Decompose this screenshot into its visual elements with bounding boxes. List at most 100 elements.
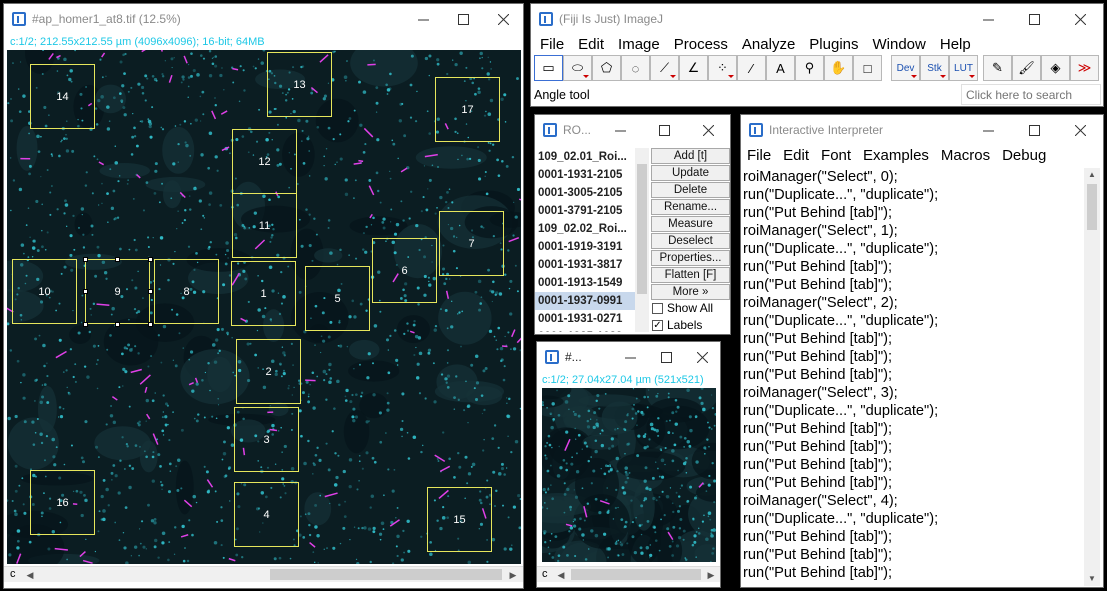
minimize-button[interactable] bbox=[598, 115, 642, 145]
scroll-left-arrow[interactable]: ◀ bbox=[22, 567, 38, 583]
brush-tool-icon[interactable]: 🖌 bbox=[1012, 55, 1041, 81]
roi-list-item[interactable]: 0001-1919-3191 bbox=[535, 238, 635, 256]
menu-image[interactable]: Image bbox=[611, 36, 667, 53]
roi-button-more[interactable]: More » bbox=[651, 284, 730, 300]
roi-resize-handle[interactable] bbox=[115, 322, 120, 327]
roi-resize-handle[interactable] bbox=[148, 289, 153, 294]
image-scrollbar[interactable]: c ◀ ▶ bbox=[4, 566, 523, 582]
more-tools-icon[interactable]: ≫ bbox=[1070, 55, 1099, 81]
rectangle-tool-icon[interactable]: ▭ bbox=[534, 55, 563, 81]
freehand-tool-icon[interactable]: ◌ bbox=[621, 55, 650, 81]
scroll-thumb[interactable] bbox=[270, 569, 502, 580]
scroll-up-arrow[interactable]: ▲ bbox=[1084, 168, 1100, 182]
scroll-down-arrow[interactable]: ▼ bbox=[1084, 572, 1100, 586]
duplicate-canvas[interactable] bbox=[542, 388, 716, 562]
labels-box[interactable]: ✓ bbox=[652, 319, 663, 331]
roi-list-item[interactable]: 0001-1913-1549 bbox=[535, 274, 635, 292]
interpreter-menu-font[interactable]: Font bbox=[815, 147, 857, 164]
stk-menu-icon[interactable]: Stk bbox=[920, 55, 949, 81]
polygon-tool-icon[interactable]: ⬠ bbox=[592, 55, 621, 81]
maximize-button[interactable] bbox=[642, 115, 686, 145]
roi-box[interactable]: 3 bbox=[234, 407, 299, 472]
scroll-right-arrow[interactable]: ▶ bbox=[703, 567, 719, 583]
roi-resize-handle[interactable] bbox=[83, 257, 88, 262]
minimize-button[interactable] bbox=[612, 342, 648, 372]
interpreter-scrollbar[interactable]: ▲ ▼ bbox=[1084, 168, 1100, 586]
minimize-button[interactable] bbox=[965, 4, 1011, 34]
labels-checkbox[interactable]: ✓ Labels bbox=[652, 318, 702, 332]
roi-list-item[interactable]: 0001-3791-2105 bbox=[535, 202, 635, 220]
pencil-tool-icon[interactable]: ✎ bbox=[983, 55, 1012, 81]
roi-list-item[interactable]: 0001-1925-1089 bbox=[535, 328, 635, 332]
oval-tool-icon[interactable]: ⬭ bbox=[563, 55, 592, 81]
roi-list-item[interactable]: 109_02.01_Roi... bbox=[535, 148, 635, 166]
roi-list-item[interactable]: 0001-1931-3817 bbox=[535, 256, 635, 274]
roi-button-flatten-f[interactable]: Flatten [F] bbox=[651, 267, 730, 283]
roi-list-item[interactable]: 0001-1931-2105 bbox=[535, 166, 635, 184]
close-button[interactable] bbox=[686, 115, 730, 145]
roi-button-deselect[interactable]: Deselect bbox=[651, 233, 730, 249]
roi-button-update[interactable]: Update bbox=[651, 165, 730, 181]
close-button[interactable] bbox=[483, 4, 523, 34]
roi-box[interactable]: 13 bbox=[267, 52, 332, 117]
roi-resize-handle[interactable] bbox=[148, 322, 153, 327]
roi-button-properties[interactable]: Properties... bbox=[651, 250, 730, 266]
roi-resize-handle[interactable] bbox=[115, 257, 120, 262]
menu-edit[interactable]: Edit bbox=[571, 36, 611, 53]
show-all-box[interactable] bbox=[652, 302, 663, 314]
text-tool-icon[interactable]: A bbox=[766, 55, 795, 81]
roi-manager-titlebar[interactable]: RO... bbox=[535, 115, 730, 145]
angle-tool-icon[interactable]: ∠ bbox=[679, 55, 708, 81]
roi-list-item[interactable]: 0001-1937-0991 bbox=[535, 292, 635, 310]
maximize-button[interactable] bbox=[1011, 115, 1057, 145]
magnifier-tool-icon[interactable]: ⚲ bbox=[795, 55, 824, 81]
interpreter-menu-macros[interactable]: Macros bbox=[935, 147, 996, 164]
minimize-button[interactable] bbox=[965, 115, 1011, 145]
interpreter-menu-examples[interactable]: Examples bbox=[857, 147, 935, 164]
scroll-thumb[interactable] bbox=[571, 569, 701, 580]
roi-box[interactable]: 7 bbox=[439, 211, 504, 276]
roi-box[interactable]: 1 bbox=[231, 261, 296, 326]
close-button[interactable] bbox=[1057, 115, 1103, 145]
line-tool-icon[interactable]: ⟋ bbox=[650, 55, 679, 81]
menu-file[interactable]: File bbox=[533, 36, 571, 53]
image-canvas[interactable]: 14 13 17 12 11 7 10 9 8 1 6 5 2 3 16 4 15 bbox=[7, 50, 521, 564]
menu-plugins[interactable]: Plugins bbox=[802, 36, 865, 53]
scroll-left-arrow[interactable]: ◀ bbox=[553, 567, 569, 583]
interpreter-menu-debug[interactable]: Debug bbox=[996, 147, 1052, 164]
maximize-button[interactable] bbox=[443, 4, 483, 34]
menu-analyze[interactable]: Analyze bbox=[735, 36, 802, 53]
close-button[interactable] bbox=[1057, 4, 1103, 34]
roi-box[interactable]: 8 bbox=[154, 259, 219, 324]
point-tool-icon[interactable]: ⁘ bbox=[708, 55, 737, 81]
roi-button-delete[interactable]: Delete bbox=[651, 182, 730, 198]
hand-tool-icon[interactable]: ✋ bbox=[824, 55, 853, 81]
menu-process[interactable]: Process bbox=[667, 36, 735, 53]
roi-button-add-t[interactable]: Add [t] bbox=[651, 148, 730, 164]
dev-menu-icon[interactable]: Dev bbox=[891, 55, 920, 81]
roi-box[interactable]: 17 bbox=[435, 77, 500, 142]
roi-box[interactable]: 9 bbox=[83, 257, 153, 327]
roi-box[interactable]: 2 bbox=[236, 339, 301, 404]
interpreter-code-area[interactable]: roiManager("Select", 0); run("Duplicate..… bbox=[743, 168, 1083, 584]
roi-list-item[interactable]: 0001-3005-2105 bbox=[535, 184, 635, 202]
roi-box[interactable]: 10 bbox=[12, 259, 77, 324]
lut-menu-icon[interactable]: LUT bbox=[949, 55, 978, 81]
show-all-checkbox[interactable]: Show All bbox=[652, 301, 713, 315]
wand-tool-icon[interactable]: ⁄ bbox=[737, 55, 766, 81]
roi-box[interactable]: 15 bbox=[427, 487, 492, 552]
close-button[interactable] bbox=[684, 342, 720, 372]
roi-box[interactable]: 11 bbox=[232, 193, 297, 258]
interpreter-scroll-thumb[interactable] bbox=[1087, 184, 1097, 230]
roi-button-rename[interactable]: Rename... bbox=[651, 199, 730, 215]
roi-list-scroll-thumb[interactable] bbox=[637, 164, 647, 294]
duplicate-scrollbar[interactable]: c ◀ ▶ bbox=[537, 566, 720, 582]
roi-resize-handle[interactable] bbox=[148, 257, 153, 262]
search-input[interactable] bbox=[961, 84, 1101, 105]
minimize-button[interactable] bbox=[403, 4, 443, 34]
interpreter-titlebar[interactable]: Interactive Interpreter bbox=[741, 115, 1103, 145]
roi-button-measure[interactable]: Measure bbox=[651, 216, 730, 232]
roi-box[interactable]: 14 bbox=[30, 64, 95, 129]
image-window-titlebar[interactable]: #ap_homer1_at8.tif (12.5%) bbox=[4, 4, 523, 34]
color-picker-icon[interactable]: □ bbox=[853, 55, 882, 81]
